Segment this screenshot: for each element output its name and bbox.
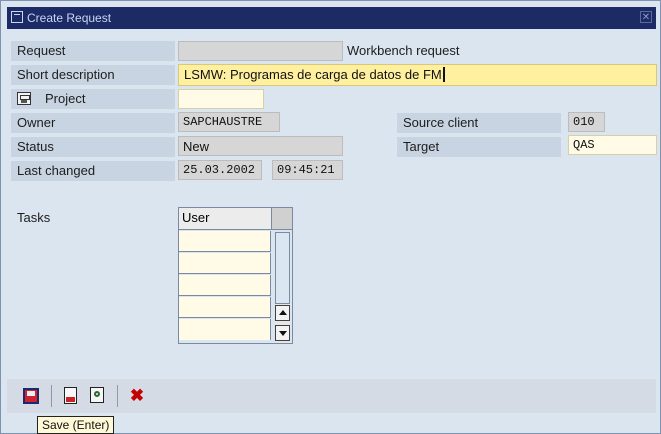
cancel-button[interactable]: ✖ [125,384,149,408]
last-changed-date-field: 25.03.2002 [178,160,262,180]
table-row[interactable] [179,231,271,252]
save-icon [23,388,39,404]
tasks-table: User [178,207,293,344]
vertical-scrollbar[interactable] [275,232,290,343]
arrow-down-icon [279,331,287,336]
target-label: Target [403,139,440,154]
last-changed-time-field: 09:45:21 [272,160,343,180]
source-client-field: 010 [568,112,605,132]
toolbar-separator [117,385,118,407]
user-column-header[interactable]: User [179,208,272,230]
owner-label: Owner [17,115,56,130]
create-request-dialog: Create Request ✕ Request Workbench reque… [0,0,661,434]
short-description-input[interactable]: LSMW: Programas de carga de datos de FM [178,64,657,86]
short-description-label: Short description [17,67,115,82]
scrollbar-thumb[interactable] [275,232,290,304]
project-icon[interactable] [17,92,31,105]
close-icon[interactable]: ✕ [640,11,652,23]
protect-button[interactable] [85,384,109,408]
target-input[interactable]: QAS [568,135,657,155]
column-settings-header[interactable] [272,208,292,230]
application-toolbar: ✖ [7,379,656,413]
request-type-label: Workbench request [347,43,460,58]
toolbar-separator [51,385,52,407]
protect-icon [90,387,104,403]
request-label: Request [17,43,66,58]
project-input[interactable] [178,89,264,109]
tasks-label: Tasks [17,210,51,225]
short-description-value: LSMW: Programas de carga de datos de FM [184,67,442,82]
table-row[interactable] [179,297,271,318]
request-number-field [178,41,343,61]
window-title: Create Request [27,11,112,25]
new-document-icon [64,387,77,404]
last-changed-label: Last changed [17,163,96,178]
title-bar: Create Request ✕ [7,7,656,29]
save-button[interactable] [19,384,43,408]
table-row[interactable] [179,275,271,296]
cancel-icon: ✖ [129,386,145,405]
scroll-up-button[interactable] [275,305,290,321]
owner-field: SAPCHAUSTRE [178,112,280,132]
window-icon [11,11,23,23]
arrow-up-icon [279,310,287,315]
text-cursor [442,67,445,82]
project-label-bg [11,89,175,109]
save-tooltip: Save (Enter) [37,416,115,434]
source-client-label: Source client [403,115,479,130]
status-field: New [178,136,343,156]
table-row[interactable] [179,319,271,340]
project-label: Project [45,91,86,106]
status-label: Status [17,139,54,154]
scroll-down-button[interactable] [275,325,290,341]
new-document-button[interactable] [59,384,83,408]
table-row[interactable] [179,253,271,274]
